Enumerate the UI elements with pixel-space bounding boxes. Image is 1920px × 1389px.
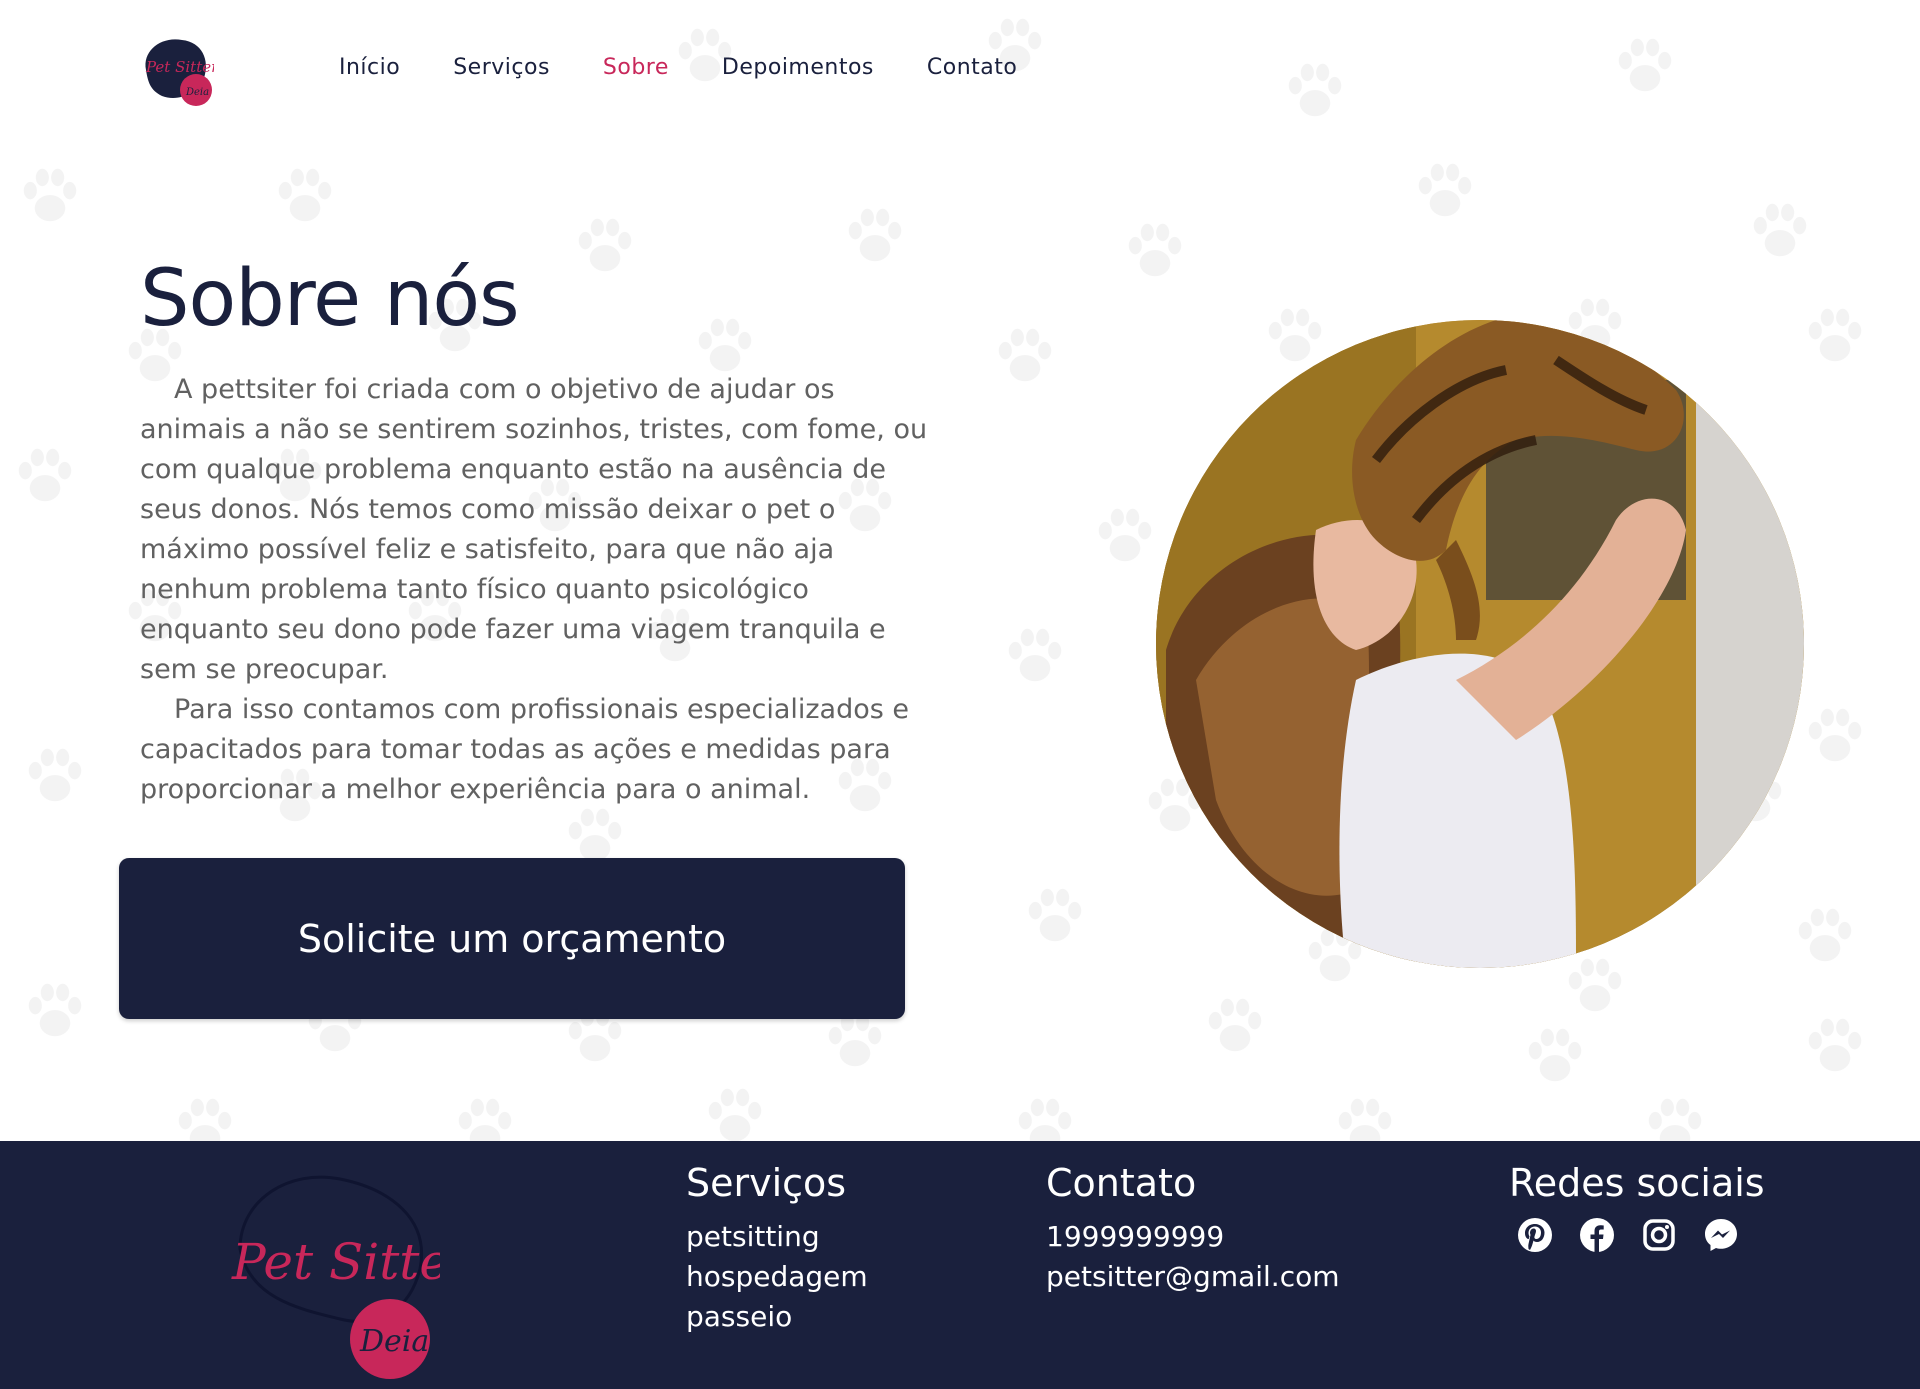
footer-services-title: Serviços: [686, 1161, 847, 1205]
pinterest-icon[interactable]: [1517, 1217, 1553, 1253]
footer-logo-text-sub: Deia: [359, 1324, 429, 1359]
footer-contact: Contato 1999999999 petsitter@gmail.com: [1046, 1161, 1340, 1297]
about-paragraph-1: A pettsiter foi criada com o objetivo de…: [140, 374, 928, 685]
footer-service-item[interactable]: petsitting: [686, 1217, 868, 1257]
nav-item-sobre[interactable]: Sobre: [603, 55, 669, 80]
footer: Pet Sitter Deia Serviços petsitting hosp…: [0, 1141, 1920, 1389]
nav-item-depoimentos[interactable]: Depoimentos: [722, 55, 874, 80]
footer-logo-text-main: Pet Sitter: [231, 1233, 440, 1291]
footer-logo: Pet Sitter Deia: [220, 1159, 476, 1379]
nav-item-servicos[interactable]: Serviços: [453, 55, 550, 80]
footer-contact-title: Contato: [1046, 1161, 1197, 1205]
facebook-icon[interactable]: [1579, 1217, 1615, 1253]
woman-kissing-cat-photo: [1156, 320, 1804, 968]
footer-services: Serviços petsitting hospedagem passeio: [686, 1161, 868, 1337]
nav-item-contato[interactable]: Contato: [927, 55, 1017, 80]
footer-service-item[interactable]: hospedagem: [686, 1257, 868, 1297]
logo-text-sub: Deia: [185, 87, 209, 98]
footer-service-item[interactable]: passeio: [686, 1297, 868, 1337]
footer-social: Redes sociais: [1509, 1161, 1765, 1253]
footer-phone: 1999999999: [1046, 1220, 1225, 1253]
instagram-icon[interactable]: [1641, 1217, 1677, 1253]
page-title: Sobre nós: [140, 254, 520, 344]
nav-item-inicio[interactable]: Início: [339, 55, 400, 80]
footer-social-title: Redes sociais: [1509, 1161, 1765, 1205]
brand-logo[interactable]: Pet Sitter Deia: [138, 32, 219, 108]
footer-email[interactable]: petsitter@gmail.com: [1046, 1257, 1340, 1297]
messenger-icon[interactable]: [1703, 1217, 1739, 1253]
request-quote-button[interactable]: Solicite um orçamento: [119, 858, 905, 1019]
about-paragraph-2: Para isso contamos com profissionais esp…: [140, 694, 909, 805]
about-text: A pettsiter foi criada com o objetivo de…: [140, 370, 940, 810]
main-nav: Início Serviços Sobre Depoimentos Contat…: [339, 55, 1070, 80]
logo-text-main: Pet Sitter: [145, 58, 214, 76]
